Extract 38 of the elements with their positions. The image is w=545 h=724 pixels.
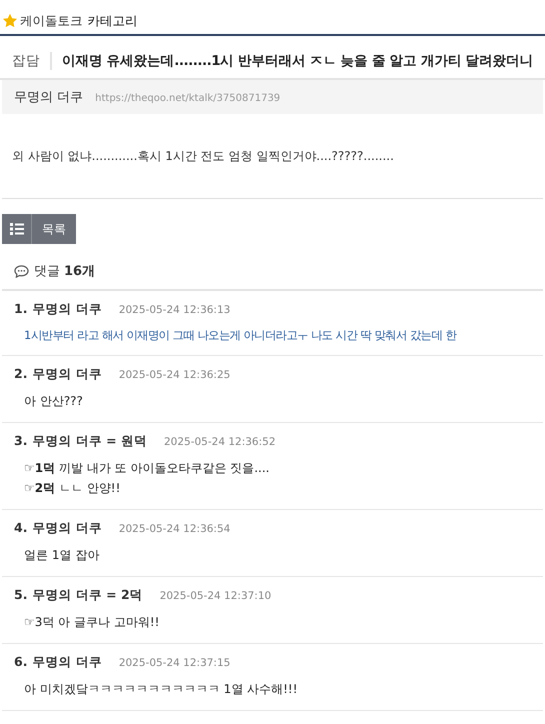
comment-text: ☞1덕 끼발 내가 또 아이돌오타쿠같은 짓을.... (24, 460, 270, 477)
comment-author: 무명의 더쿠 (32, 301, 102, 318)
post-body: 외 사람이 없냐............혹시 1시간 전도 엄청 일찍인거야....?????........ (2, 114, 543, 199)
comment-text: 아 안산??? (24, 393, 84, 410)
comment-author: 무명의 더쿠 = 2덕 (32, 587, 143, 604)
post-tag[interactable]: 잡담 (12, 52, 52, 70)
category-label: 카테고리 (88, 12, 138, 30)
list-icon (10, 223, 24, 235)
comment-text: 얼른 1열 잡아 (24, 547, 100, 564)
comment-number: 2. (14, 366, 28, 381)
comment-author: 무명의 더쿠 (32, 520, 102, 537)
comment-date: 2025-05-24 12:36:25 (118, 369, 230, 381)
comment-author: 무명의 더쿠 (32, 654, 102, 671)
comment-number: 4. (14, 520, 28, 535)
comment-date: 2025-05-24 12:36:13 (118, 304, 230, 316)
list-button[interactable]: 목록 (32, 214, 76, 244)
post-author: 무명의 더쿠 (14, 89, 84, 106)
comment-text: ☞2덕 ㄴㄴ 안양!! (24, 480, 122, 497)
comment-author: 무명의 더쿠 (32, 366, 102, 383)
comment-number: 3. (14, 433, 28, 448)
comment-number: 5. (14, 587, 28, 602)
comment-author: 무명의 더쿠 = 원덕 (32, 433, 147, 450)
comment-text: 아 미치겠닼ㅋㅋㅋㅋㅋㅋㅋㅋㅋㅋㅋ 1열 사수해!!! (24, 681, 299, 698)
comment-number: 6. (14, 654, 28, 669)
comment-text: 1시반부터 라고 해서 이재명이 그때 나오는게 아니더라고ㅜ 나도 시간 딱 맞춰서 갔는데 한 (24, 328, 458, 343)
star-icon (2, 13, 18, 29)
speech-bubble-icon (14, 264, 29, 278)
post-title: 이재명 유세왔는데........1시 반부터래서 ㅈㄴ 늦을 줄 알고 개가티 달려왔더니 (62, 52, 534, 70)
comment-number: 1. (14, 301, 28, 316)
comment-text: ☞3덕 아 글쿠나 고마워!! (24, 614, 160, 631)
list-icon-button[interactable] (2, 214, 32, 244)
comments-label: 댓글 (34, 263, 60, 280)
comment-date: 2025-05-24 12:36:52 (164, 436, 276, 448)
comment-date: 2025-05-24 12:37:10 (160, 590, 272, 602)
comments-count: 16개 (64, 263, 96, 280)
comment-date: 2025-05-24 12:37:15 (118, 657, 230, 669)
category-prefix[interactable]: 케이돌토크 (20, 12, 82, 30)
comment-date: 2025-05-24 12:36:54 (118, 523, 230, 535)
